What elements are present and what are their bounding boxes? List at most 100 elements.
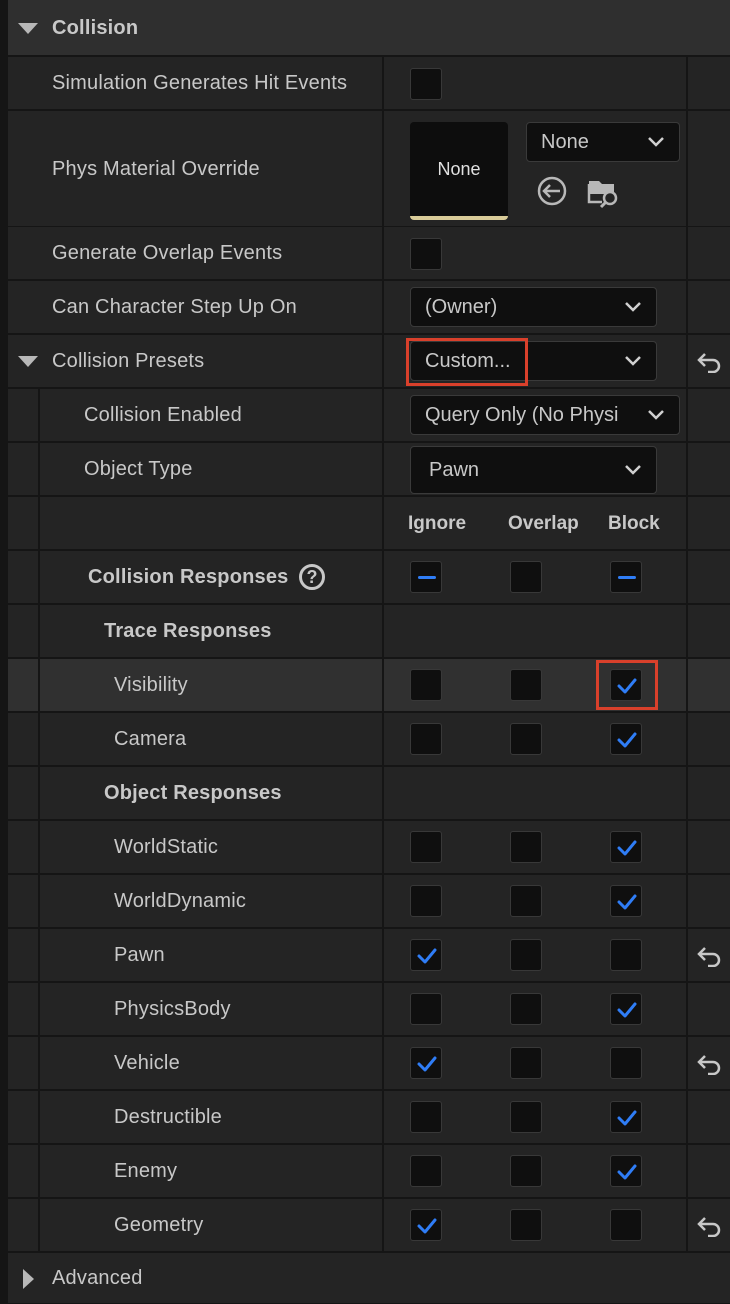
row-object-header: Object Responses — [8, 767, 730, 820]
ignore-checkbox[interactable] — [410, 831, 442, 863]
block-checkbox[interactable] — [610, 723, 642, 755]
ignore-checkbox[interactable] — [410, 885, 442, 917]
checkmark-icon — [617, 1002, 637, 1018]
ignore-checkbox[interactable] — [410, 993, 442, 1025]
ignore-checkbox[interactable] — [410, 1101, 442, 1133]
object-type-select[interactable]: Pawn — [410, 446, 657, 494]
block-checkbox[interactable] — [610, 1155, 642, 1187]
expand-arrow-icon[interactable] — [23, 1269, 34, 1289]
collision-section-header[interactable]: Collision — [8, 0, 730, 57]
advanced-section-header[interactable]: Advanced — [8, 1253, 730, 1304]
prop-label: Object Type — [84, 458, 193, 480]
response-channel-label: Visibility — [114, 674, 188, 696]
block-checkbox[interactable] — [610, 885, 642, 917]
chevron-down-icon — [625, 465, 641, 475]
response-channel-label: Camera — [114, 728, 187, 750]
reset-to-default-icon[interactable] — [696, 945, 722, 967]
response-row: PhysicsBody — [8, 983, 730, 1036]
phys-material-thumbnail[interactable]: None — [410, 122, 508, 220]
ignore-checkbox[interactable] — [410, 1209, 442, 1241]
help-icon[interactable]: ? — [299, 564, 325, 590]
response-channel-label: Vehicle — [114, 1052, 180, 1074]
column-header-overlap: Overlap — [508, 513, 579, 534]
row-sim-hit: Simulation Generates Hit Events — [8, 57, 730, 110]
overlap-checkbox[interactable] — [510, 1209, 542, 1241]
ignore-checkbox[interactable] — [410, 723, 442, 755]
overlap-checkbox[interactable] — [510, 885, 542, 917]
response-channel-label: WorldStatic — [114, 836, 219, 858]
response-row: Enemy — [8, 1145, 730, 1198]
block-checkbox[interactable] — [610, 939, 642, 971]
row-phys-material: Phys Material Override None None — [8, 111, 730, 227]
response-channel-label: PhysicsBody — [114, 998, 231, 1020]
overlap-checkbox[interactable] — [510, 1047, 542, 1079]
overlap-checkbox[interactable] — [510, 1101, 542, 1133]
checkmark-icon — [417, 1218, 437, 1234]
all-overlap-checkbox[interactable] — [510, 561, 542, 593]
response-channel-label: Geometry — [114, 1214, 204, 1236]
gen-overlap-checkbox[interactable] — [410, 238, 442, 270]
ignore-checkbox[interactable] — [410, 1047, 442, 1079]
response-row: Camera — [8, 713, 730, 766]
overlap-checkbox[interactable] — [510, 831, 542, 863]
ignore-checkbox[interactable] — [410, 939, 442, 971]
step-up-value: (Owner) — [425, 296, 498, 318]
overlap-checkbox[interactable] — [510, 669, 542, 701]
use-selected-asset-icon[interactable] — [535, 174, 569, 208]
column-header-ignore: Ignore — [408, 513, 467, 534]
section-title: Collision — [52, 17, 139, 39]
chevron-down-icon — [647, 409, 665, 421]
response-channel-label: Destructible — [114, 1106, 222, 1128]
collision-enabled-select[interactable]: Query Only (No Physi — [410, 395, 680, 435]
overlap-checkbox[interactable] — [510, 993, 542, 1025]
checkmark-icon — [417, 1056, 437, 1072]
response-row: Visibility — [8, 659, 730, 712]
reset-to-default-icon[interactable] — [696, 1053, 722, 1075]
column-header-block: Block — [608, 513, 660, 534]
block-checkbox[interactable] — [610, 831, 642, 863]
checkmark-icon — [617, 732, 637, 748]
response-row: WorldDynamic — [8, 875, 730, 928]
collapse-arrow-icon[interactable] — [18, 356, 38, 367]
all-block-checkbox[interactable] — [610, 561, 642, 593]
row-collision-enabled: Collision Enabled Query Only (No Physi — [8, 389, 730, 442]
prop-label: Phys Material Override — [52, 158, 260, 180]
step-up-select[interactable]: (Owner) — [410, 287, 657, 327]
block-checkbox[interactable] — [610, 1047, 642, 1079]
trace-responses-label: Trace Responses — [104, 620, 272, 642]
response-row: Pawn — [8, 929, 730, 982]
row-object-type: Object Type Pawn — [8, 443, 730, 496]
phys-material-select[interactable]: None — [526, 122, 680, 162]
prop-label: Can Character Step Up On — [52, 296, 297, 318]
row-presets: Collision Presets Custom... — [8, 335, 730, 388]
row-trace-header: Trace Responses — [8, 605, 730, 658]
all-ignore-checkbox[interactable] — [410, 561, 442, 593]
browse-asset-icon[interactable] — [586, 174, 622, 210]
block-checkbox[interactable] — [610, 993, 642, 1025]
reset-to-default-icon[interactable] — [696, 1215, 722, 1237]
chevron-down-icon — [648, 137, 664, 147]
ignore-checkbox[interactable] — [410, 669, 442, 701]
sim-hit-checkbox[interactable] — [410, 68, 442, 100]
chevron-down-icon — [625, 302, 641, 312]
block-checkbox[interactable] — [610, 1101, 642, 1133]
overlap-checkbox[interactable] — [510, 1155, 542, 1187]
row-step-up: Can Character Step Up On (Owner) — [8, 281, 730, 334]
response-row: Vehicle — [8, 1037, 730, 1090]
row-collision-responses: Collision Responses ? — [8, 551, 730, 604]
row-column-headers: Ignore Overlap Block — [8, 497, 730, 550]
overlap-checkbox[interactable] — [510, 723, 542, 755]
row-gen-overlap: Generate Overlap Events — [8, 227, 730, 280]
checkmark-icon — [617, 1110, 637, 1126]
reset-to-default-icon[interactable] — [696, 351, 722, 373]
overlap-checkbox[interactable] — [510, 939, 542, 971]
block-checkbox[interactable] — [610, 1209, 642, 1241]
collapse-arrow-icon[interactable] — [18, 23, 38, 34]
advanced-label: Advanced — [52, 1267, 143, 1289]
response-row: WorldStatic — [8, 821, 730, 874]
prop-label: Collision Presets — [52, 350, 205, 372]
response-row: Geometry — [8, 1199, 730, 1252]
details-panel: Collision Simulation Generates Hit Event… — [0, 0, 730, 1304]
ignore-checkbox[interactable] — [410, 1155, 442, 1187]
checkmark-icon — [617, 1164, 637, 1180]
